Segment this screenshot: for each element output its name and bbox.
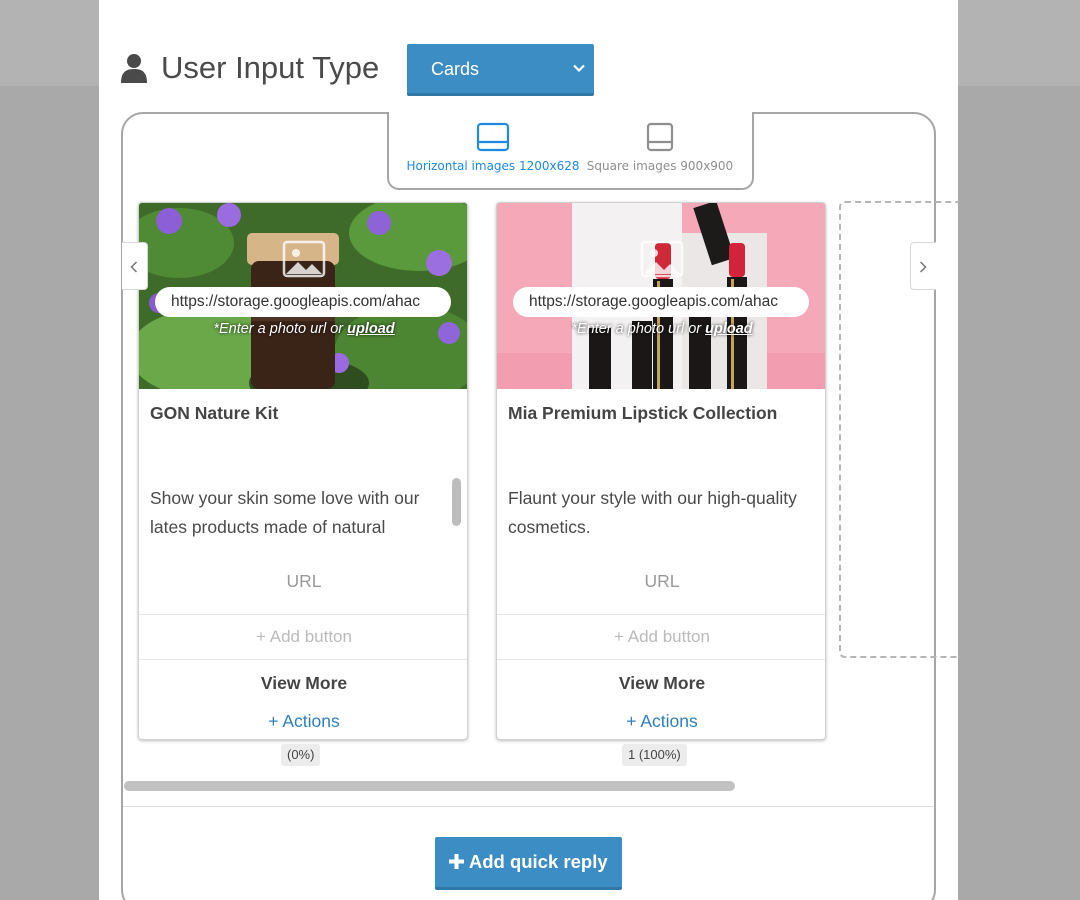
divider — [497, 659, 825, 660]
upload-link[interactable]: upload — [347, 321, 395, 337]
carousel-prev-button[interactable] — [122, 242, 148, 290]
add-quick-reply-label: Add quick reply — [468, 851, 608, 872]
section-divider — [123, 806, 934, 807]
chevron-down-icon — [573, 64, 585, 73]
carousel-next-button[interactable] — [910, 242, 936, 290]
card-gon-nature-kit: https://storage.googleapis.com/ahac *Ent… — [138, 202, 468, 740]
add-card-slot[interactable] — [839, 201, 959, 658]
chevron-right-icon — [919, 261, 927, 273]
add-button[interactable]: + Add button — [497, 615, 825, 659]
input-type-header: User Input Type Cards — [119, 44, 719, 98]
card-description[interactable]: Show your skin some love with our lates … — [150, 484, 446, 544]
image-ratio-selector: Horizontal images 1200x628 Square images… — [387, 112, 754, 190]
horizontal-images-option[interactable]: Horizontal images 1200x628 — [403, 122, 583, 182]
actions-link[interactable]: + Actions — [497, 711, 825, 732]
add-button[interactable]: + Add button — [139, 615, 467, 659]
image-url-input[interactable]: https://storage.googleapis.com/ahac — [155, 287, 451, 317]
page-title: User Input Type — [161, 50, 380, 85]
plus-icon — [449, 854, 465, 869]
user-icon — [121, 54, 147, 83]
view-more-button[interactable]: View More — [139, 673, 467, 694]
actions-link[interactable]: + Actions — [139, 711, 467, 732]
card-stat-badge: (0%) — [281, 744, 321, 766]
view-more-button[interactable]: View More — [497, 673, 825, 694]
editor-panel: User Input Type Cards Horizontal images … — [99, 0, 959, 900]
divider — [139, 659, 467, 660]
horizontal-images-label: Horizontal images 1200x628 — [406, 159, 580, 173]
description-scrollbar[interactable] — [452, 478, 461, 526]
card-image[interactable]: https://storage.googleapis.com/ahac *Ent… — [497, 203, 825, 389]
photo-hint-text: *Enter a photo url or — [571, 321, 706, 337]
card-title[interactable]: GON Nature Kit — [150, 403, 450, 424]
upload-link[interactable]: upload — [705, 321, 753, 337]
add-quick-reply-button[interactable]: Add quick reply — [435, 837, 622, 890]
chevron-left-icon — [130, 261, 138, 273]
input-type-select-value: Cards — [431, 59, 480, 79]
square-layout-icon — [646, 122, 674, 152]
cards-horizontal-scrollbar[interactable] — [124, 781, 735, 791]
photo-url-hint: *Enter a photo url or upload — [497, 321, 825, 337]
photo-url-hint: *Enter a photo url or upload — [139, 321, 467, 337]
card-stat-badge: 1 (100%) — [622, 744, 687, 766]
square-images-label: Square images 900x900 — [586, 159, 734, 173]
cards-editor: Horizontal images 1200x628 Square images… — [121, 112, 959, 900]
card-url-field[interactable]: URL — [497, 571, 825, 592]
horizontal-layout-icon — [476, 122, 510, 152]
card-image[interactable]: https://storage.googleapis.com/ahac *Ent… — [139, 203, 467, 389]
card-mia-lipstick: https://storage.googleapis.com/ahac *Ent… — [496, 202, 826, 740]
image-placeholder-icon — [640, 240, 684, 278]
card-title[interactable]: Mia Premium Lipstick Collection — [508, 403, 808, 424]
input-type-select[interactable]: Cards — [407, 44, 594, 96]
square-images-option[interactable]: Square images 900x900 — [585, 122, 735, 182]
card-url-field[interactable]: URL — [139, 571, 467, 592]
photo-hint-text: *Enter a photo url or — [213, 321, 348, 337]
image-placeholder-icon — [282, 240, 326, 278]
image-url-input[interactable]: https://storage.googleapis.com/ahac — [513, 287, 809, 317]
card-description[interactable]: Flaunt your style with our high-quality … — [508, 484, 804, 544]
